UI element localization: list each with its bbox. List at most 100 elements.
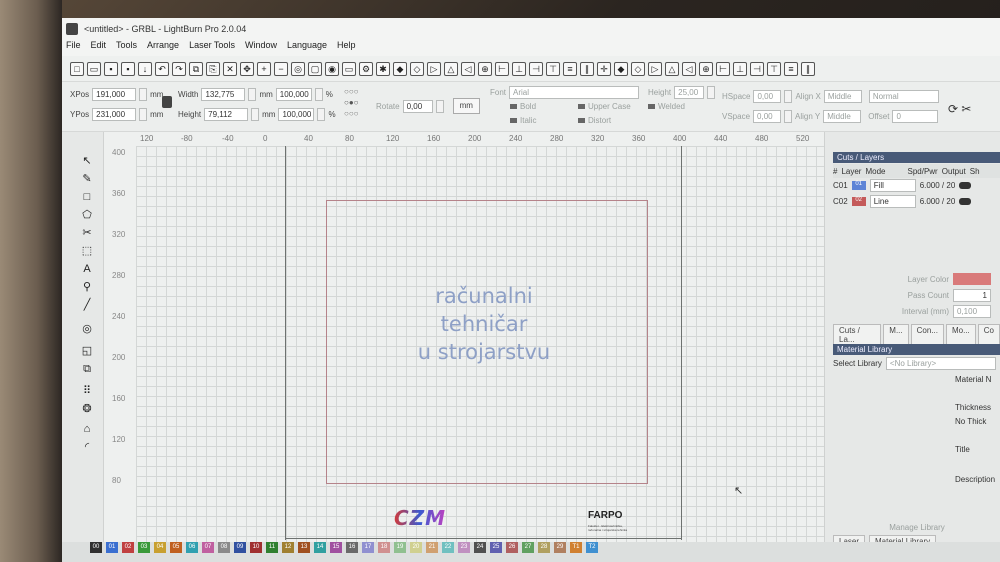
offset-input[interactable]: 0 [892, 110, 939, 123]
redo-icon[interactable]: ↷ [172, 61, 186, 76]
select-arrow-icon[interactable]: ↖ [80, 154, 94, 168]
flip-vertical-icon[interactable]: △ [444, 61, 458, 76]
circular-array-icon[interactable]: ❂ [80, 402, 94, 416]
palette-swatch[interactable]: 26 [506, 542, 518, 553]
palette-swatch[interactable]: T1 [570, 542, 582, 553]
flip3-icon[interactable]: △ [665, 61, 679, 76]
ypos-spinner[interactable] [139, 108, 148, 121]
menu-help[interactable]: Help [337, 40, 356, 56]
palette-swatch[interactable]: 18 [378, 542, 390, 553]
tab-cuts-layers[interactable]: Cuts / La... [833, 324, 882, 346]
ungroup-icon[interactable]: ◇ [410, 61, 424, 76]
font-height-input[interactable]: 25,00 [674, 86, 705, 99]
hspace-input[interactable]: 0,00 [753, 90, 782, 103]
palette-swatch[interactable]: 00 [90, 542, 102, 553]
menu-laser-tools[interactable]: Laser Tools [189, 40, 235, 56]
palette-swatch[interactable]: 08 [218, 542, 230, 553]
corner-icon[interactable]: ◜ [80, 440, 94, 454]
palette-swatch[interactable]: 11 [266, 542, 278, 553]
palette-swatch[interactable]: 17 [362, 542, 374, 553]
tab-console[interactable]: Con... [910, 324, 944, 346]
save-as-icon[interactable]: ▪ [121, 61, 135, 76]
align-left-icon[interactable]: ⊢ [495, 61, 509, 76]
settings-gear-icon[interactable]: ⚙ [359, 61, 373, 76]
menu-file[interactable]: File [66, 40, 81, 56]
menu-window[interactable]: Window [245, 40, 277, 56]
edit-nodes-icon[interactable]: ✂ [80, 226, 94, 240]
rectangle-icon[interactable]: □ [80, 190, 94, 204]
ungroup2-icon[interactable]: ◇ [631, 61, 645, 76]
vspace-spinner[interactable] [784, 110, 793, 123]
zoom-out-icon[interactable]: − [274, 61, 288, 76]
italic-checkbox[interactable]: Italic [510, 116, 536, 125]
palette-swatch[interactable]: 21 [426, 542, 438, 553]
palette-swatch[interactable]: 15 [330, 542, 342, 553]
palette-swatch[interactable]: 20 [410, 542, 422, 553]
cut-row-2[interactable]: C02 02 Line 6.000 / 20 [833, 194, 1000, 208]
scale-height-spinner[interactable] [317, 108, 326, 121]
bold-checkbox[interactable]: Bold [510, 102, 536, 111]
zoom-in-icon[interactable]: + [257, 61, 271, 76]
path-tools-icon[interactable]: ⟳ ✂ [948, 102, 971, 116]
distribute2-icon[interactable]: ≡ [784, 61, 798, 76]
xpos-spinner[interactable] [139, 88, 148, 101]
height-spinner[interactable] [251, 108, 260, 121]
xpos-input[interactable]: 191,000 [92, 88, 137, 101]
palette-swatch[interactable]: 27 [522, 542, 534, 553]
palette-swatch[interactable]: 02 [122, 542, 134, 553]
palette-swatch[interactable]: 03 [138, 542, 150, 553]
scale-height-input[interactable]: 100,000 [278, 108, 315, 121]
design-text[interactable]: računalni tehničar u strojarstvu [384, 282, 584, 366]
tools-wrench-icon[interactable]: ✱ [376, 61, 390, 76]
tab-move-2[interactable]: Mo... [945, 324, 976, 346]
anchor-grid[interactable]: ○○○ ○●○ ○○○ [344, 87, 359, 118]
aligny-select[interactable]: Middle [823, 110, 862, 123]
palette-swatch[interactable]: 29 [554, 542, 566, 553]
upper-case-checkbox[interactable]: Upper Case [578, 102, 631, 111]
grid-array-icon[interactable]: ⠿ [80, 384, 94, 398]
import-icon[interactable]: ↓ [138, 61, 152, 76]
palette-swatch[interactable]: 19 [394, 542, 406, 553]
no-thickness-checkbox[interactable]: No Thick [955, 414, 1000, 428]
text-tool-icon[interactable]: A [80, 262, 94, 276]
palette-swatch[interactable]: 05 [170, 542, 182, 553]
palette-swatch[interactable]: 04 [154, 542, 166, 553]
align-center-icon[interactable]: ⊥ [512, 61, 526, 76]
alignx-select[interactable]: Middle [823, 90, 862, 103]
frame-selection-icon[interactable]: ▢ [308, 61, 322, 76]
save-icon[interactable]: ▪ [104, 61, 118, 76]
align-top2-icon[interactable]: ⊤ [767, 61, 781, 76]
width-spinner[interactable] [248, 88, 257, 101]
offset-icon[interactable]: ◎ [80, 322, 94, 336]
height-input[interactable]: 79,112 [204, 108, 249, 121]
font-select[interactable]: Arial [509, 86, 640, 99]
cut-row-1[interactable]: C01 01 Fill 6.000 / 20 [833, 178, 1000, 192]
polygon-icon[interactable]: ⬠ [80, 208, 94, 222]
vspace-input[interactable]: 0,00 [753, 110, 782, 123]
interval-input[interactable]: 0,100 [953, 304, 991, 318]
output-toggle[interactable] [959, 197, 972, 205]
copy-icon[interactable]: ⧉ [189, 61, 203, 76]
rotate-input[interactable]: 0,00 [402, 99, 433, 113]
output-toggle[interactable] [959, 181, 972, 189]
palette-swatch[interactable]: 14 [314, 542, 326, 553]
align-right2-icon[interactable]: ⊣ [750, 61, 764, 76]
measure-icon[interactable]: ╱ [80, 298, 94, 312]
boolean-icon[interactable]: ◱ [80, 344, 94, 358]
align-top-icon[interactable]: ⊤ [546, 61, 560, 76]
layer-color-swatch[interactable] [953, 273, 991, 285]
open-folder-icon[interactable]: ▭ [87, 61, 101, 76]
palette-swatch[interactable]: 06 [186, 542, 198, 553]
pass-count-input[interactable]: 1 [953, 288, 991, 302]
new-file-icon[interactable]: □ [70, 61, 84, 76]
normal-select[interactable]: Normal [868, 90, 939, 103]
units-button[interactable]: mm [452, 98, 480, 114]
mode-select[interactable]: Fill [869, 178, 916, 192]
zoom-fit-icon[interactable]: ◎ [291, 61, 305, 76]
palette-swatch[interactable]: 16 [346, 542, 358, 553]
rotate-spinner[interactable] [435, 99, 444, 113]
manage-library-button[interactable]: Manage Library [833, 520, 1000, 534]
palette-swatch[interactable]: 13 [298, 542, 310, 553]
palette-swatch[interactable]: T2 [586, 542, 598, 553]
hspace-spinner[interactable] [784, 90, 793, 103]
